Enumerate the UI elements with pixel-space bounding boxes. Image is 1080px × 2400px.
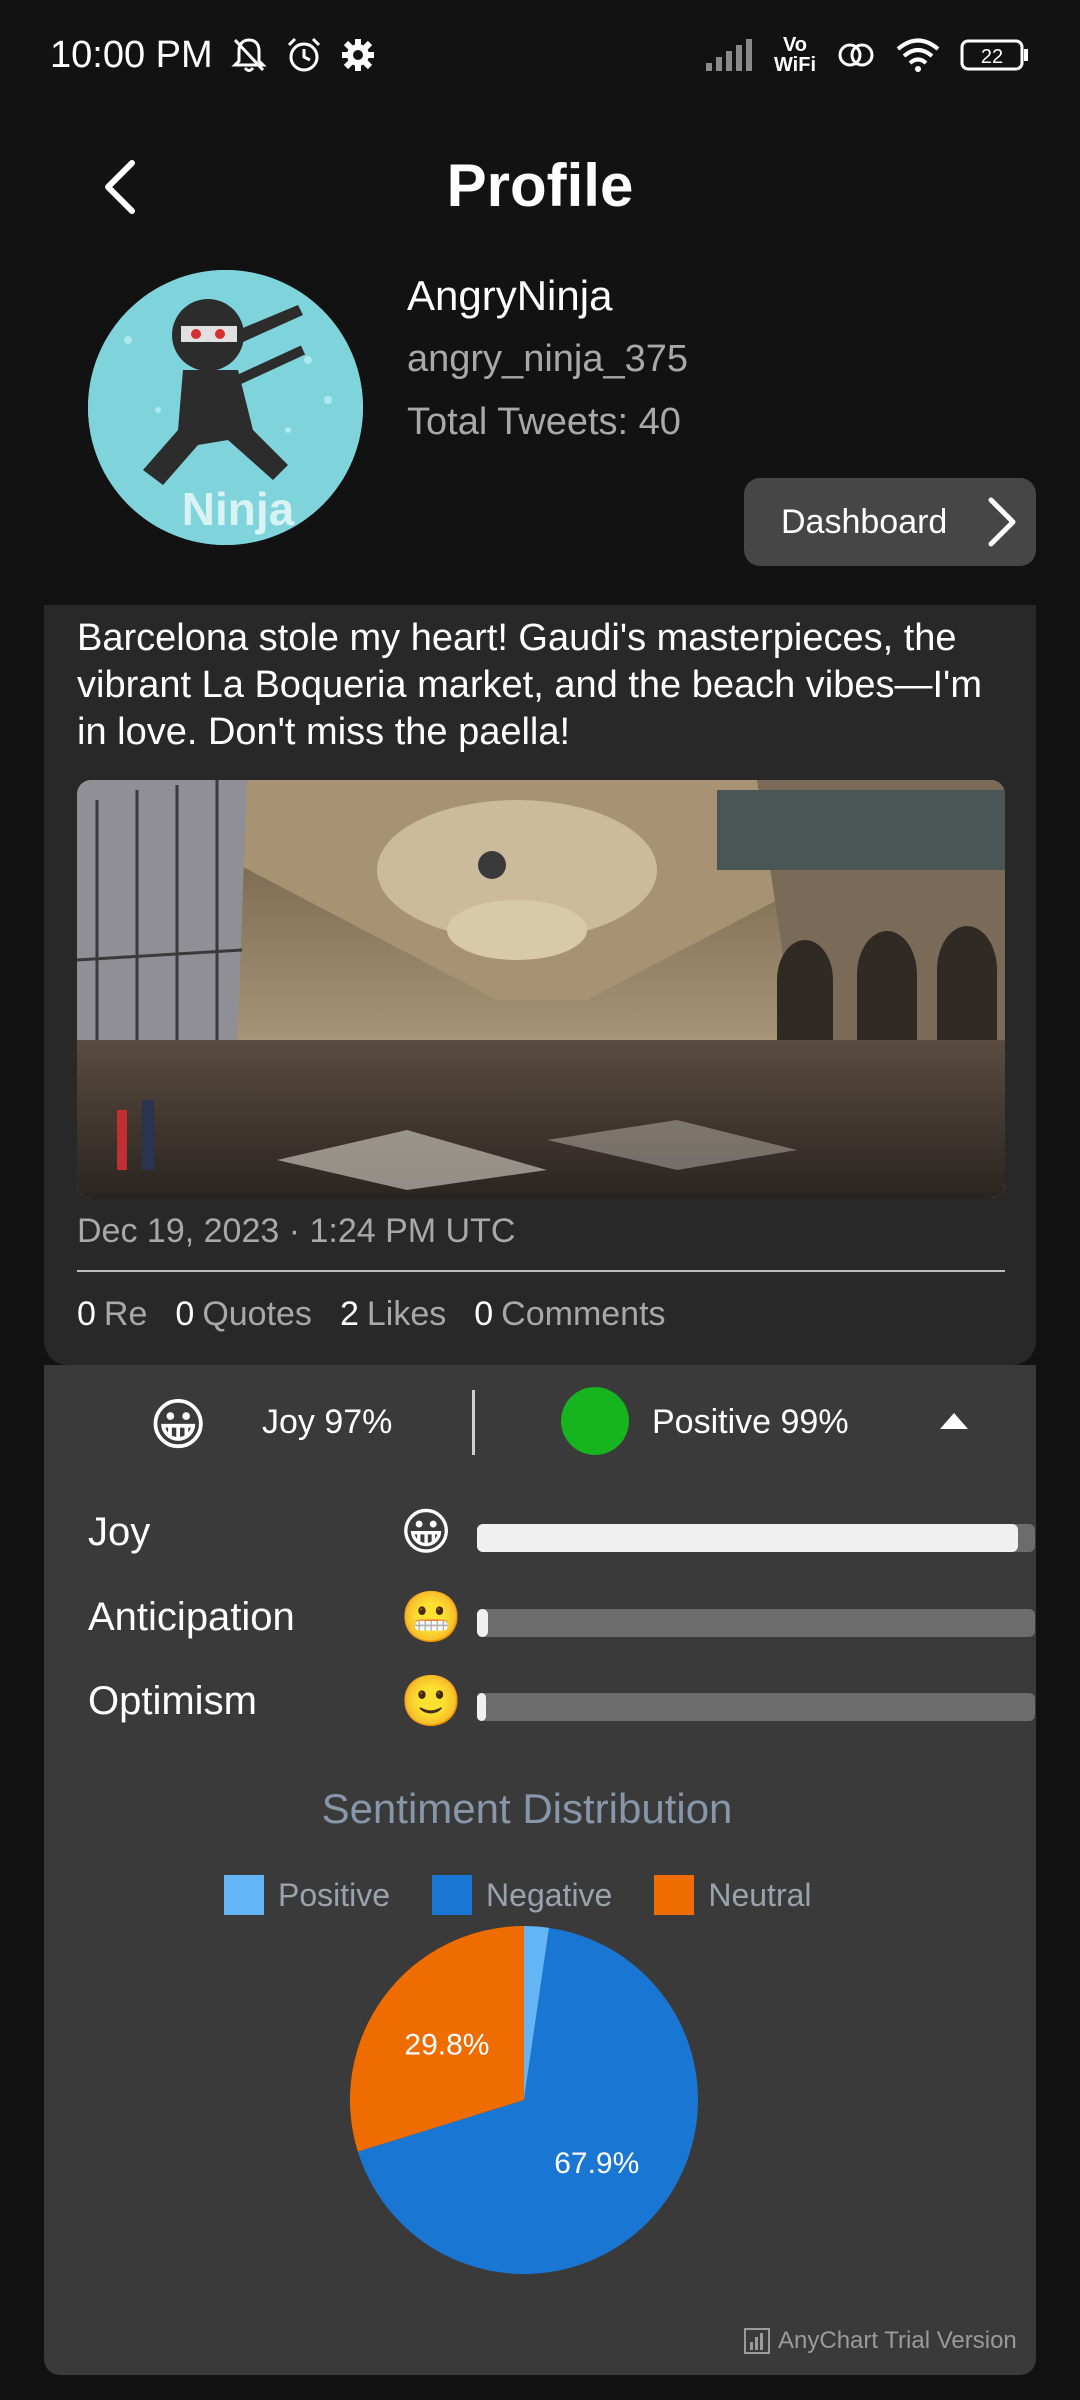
- emotion-bar-track: [477, 1609, 1035, 1637]
- stat-num: 0: [77, 1295, 96, 1333]
- wifi-icon: [896, 38, 940, 72]
- pie-chart: 67.9% 29.8%: [350, 1926, 698, 2274]
- vowifi-bottom-text: WiFi: [773, 54, 816, 76]
- pie-label-negative: 67.9%: [554, 2147, 639, 2180]
- emotion-row-optimism: Optimism 🙂: [88, 1669, 1036, 1739]
- alarm-icon: [285, 36, 323, 74]
- stat-retweets[interactable]: 0 Re: [77, 1295, 147, 1334]
- stat-comments[interactable]: 0 Comments: [474, 1295, 665, 1334]
- mute-bell-icon: [231, 36, 267, 74]
- pie-label-neutral: 29.8%: [404, 2028, 489, 2061]
- battery-level: 22: [981, 46, 1003, 68]
- tweet-text: Barcelona stole my heart! Gaudi's master…: [77, 617, 982, 753]
- legend-label: Neutral: [708, 1876, 812, 1913]
- tweet-stats: 0 Re 0 Quotes 2 Likes 0 Comments: [77, 1295, 666, 1334]
- tweet-date: Dec 19, 2023 · 1:24 PM UTC: [77, 1212, 516, 1250]
- stat-label: Quotes: [202, 1295, 312, 1333]
- sentiment-indicator-dot: [561, 1387, 629, 1455]
- legend-item-positive[interactable]: Positive: [224, 1875, 390, 1915]
- chart-legend: Positive Negative Neutral: [224, 1875, 812, 1915]
- chevron-right-icon: [988, 497, 1016, 547]
- stat-label: Likes: [366, 1295, 447, 1333]
- status-bar: 10:00 PM Vo WiFi 22: [0, 0, 1080, 110]
- tweet-image[interactable]: [77, 780, 1005, 1198]
- grinning-face-icon: 😀: [400, 1504, 453, 1560]
- sentiment-summary: 😀 Joy 97% Positive 99%: [44, 1365, 1036, 1480]
- status-time: 10:00 PM: [50, 33, 213, 76]
- emotion-label: Joy: [88, 1510, 151, 1554]
- dashboard-label: Dashboard: [781, 502, 948, 541]
- summary-divider: [472, 1390, 475, 1455]
- emotion-bar-fill: [477, 1609, 489, 1637]
- legend-label: Negative: [486, 1876, 613, 1913]
- legend-item-neutral[interactable]: Neutral: [654, 1875, 812, 1915]
- stat-label: Comments: [501, 1295, 666, 1333]
- battery-icon: 22: [960, 38, 1030, 72]
- sentiment-chart: Sentiment Distribution Positive Negative…: [44, 1785, 1036, 2375]
- stat-num: 0: [175, 1295, 195, 1333]
- emotion-bar-track: [477, 1524, 1035, 1552]
- chart-title: Sentiment Distribution: [321, 1785, 733, 1832]
- stat-likes[interactable]: 2 Likes: [340, 1295, 446, 1334]
- emotion-row-joy: Joy 😀: [88, 1500, 1036, 1570]
- emotion-bar-fill: [477, 1693, 486, 1721]
- emotion-label: Anticipation: [88, 1595, 295, 1639]
- header: Profile: [0, 130, 1080, 240]
- stat-quotes[interactable]: 0 Quotes: [175, 1295, 312, 1334]
- legend-item-negative[interactable]: Negative: [432, 1875, 612, 1915]
- emotion-row-anticipation: Anticipation 😬: [88, 1585, 1036, 1655]
- summary-emotion: Joy 97%: [262, 1403, 393, 1441]
- signal-icon: [705, 39, 754, 71]
- dashboard-button[interactable]: Dashboard: [744, 478, 1036, 566]
- vowifi-top-text: Vo: [782, 34, 808, 56]
- summary-sentiment: Positive 99%: [652, 1403, 849, 1441]
- avatar-text: Ninja: [182, 483, 295, 535]
- legend-swatch: [654, 1875, 695, 1915]
- display-name: AngryNinja: [407, 272, 613, 319]
- gear-icon: [341, 38, 375, 72]
- caret-up-icon: [940, 1413, 968, 1429]
- hotspot-icon: [836, 37, 876, 73]
- user-handle: angry_ninja_375: [407, 338, 689, 380]
- legend-swatch: [432, 1875, 473, 1915]
- stat-num: 0: [474, 1295, 494, 1333]
- card-divider: [77, 1270, 1005, 1272]
- slightly-smiling-face-icon: 🙂: [400, 1673, 463, 1729]
- emotion-bar-track: [477, 1693, 1035, 1721]
- watermark-text: AnyChart Trial Version: [778, 2327, 1017, 2354]
- page-title: Profile: [446, 151, 634, 219]
- legend-label: Positive: [278, 1876, 391, 1913]
- total-tweets: Total Tweets: 40: [407, 401, 681, 443]
- emotion-bar-fill: [477, 1524, 1019, 1552]
- stat-num: 2: [339, 1295, 359, 1333]
- joy-emoji-icon: 😀: [149, 1393, 208, 1456]
- chart-watermark: AnyChart Trial Version: [744, 2327, 1017, 2355]
- vowifi-icon: Vo WiFi: [774, 35, 816, 75]
- emotion-label: Optimism: [88, 1679, 257, 1723]
- profile-info: AngryNinja angry_ninja_375 Total Tweets:…: [407, 272, 688, 444]
- legend-swatch: [224, 1875, 264, 1915]
- stat-label: Re: [103, 1295, 148, 1333]
- avatar[interactable]: Ninja: [88, 270, 363, 545]
- chart-logo-icon: [744, 2328, 770, 2354]
- analysis-panel: 😀 Joy 97% Positive 99% Joy 😀 Anticipatio…: [44, 1365, 1036, 2375]
- grimacing-face-icon: 😬: [400, 1589, 463, 1645]
- collapse-button[interactable]: [934, 1405, 974, 1435]
- tweet-card[interactable]: Barcelona stole my heart! Gaudi's master…: [44, 605, 1036, 1365]
- chevron-left-icon: [105, 160, 135, 214]
- back-button[interactable]: [85, 152, 155, 222]
